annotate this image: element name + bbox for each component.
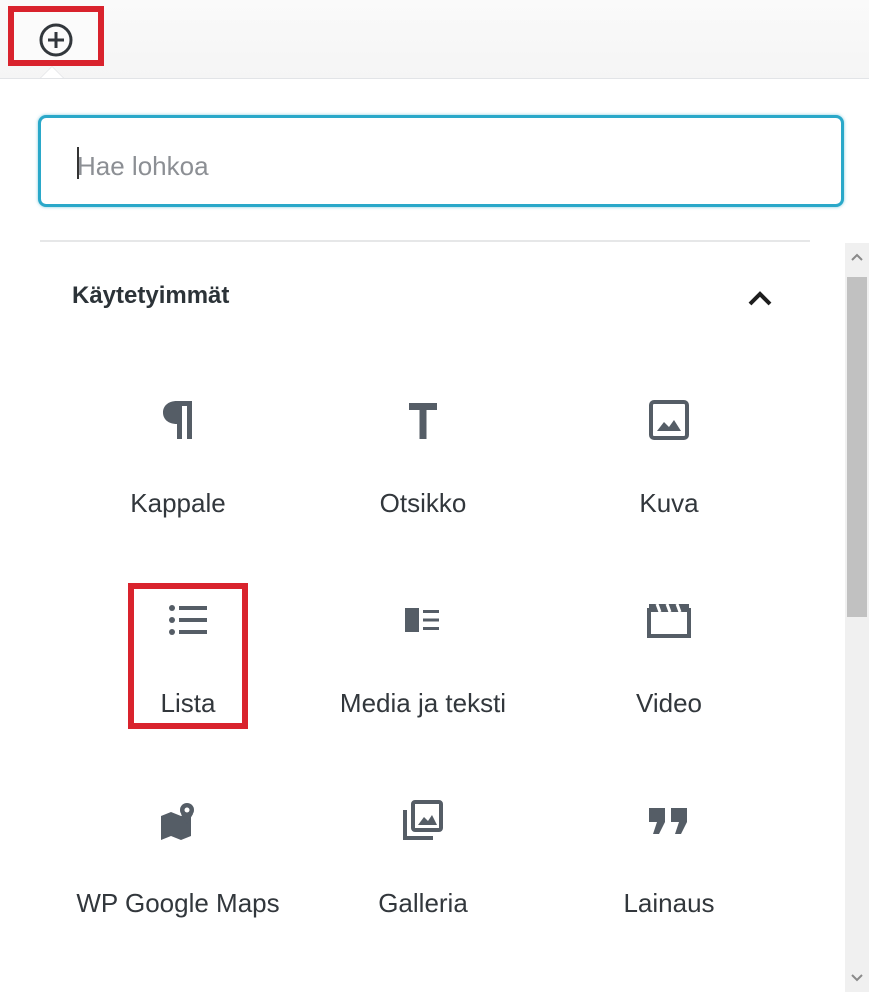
block-label: Media ja teksti: [339, 688, 507, 718]
block-item-image[interactable]: Kuva: [544, 390, 794, 540]
scrollbar-thumb[interactable]: [847, 277, 867, 617]
block-item-media-text[interactable]: Media ja teksti: [298, 590, 548, 740]
search-box[interactable]: [38, 115, 844, 207]
block-item-paragraph[interactable]: Kappale: [53, 390, 303, 540]
block-item-video[interactable]: Video: [544, 590, 794, 740]
block-label: WP Google Maps: [76, 888, 280, 918]
editor-toolbar: [0, 0, 869, 79]
map-icon: [148, 790, 208, 850]
heading-icon: [393, 390, 453, 450]
search-input[interactable]: [75, 145, 819, 187]
scrollbar[interactable]: [845, 243, 869, 992]
media-text-icon: [393, 590, 453, 650]
block-item-quote[interactable]: Lainaus: [544, 790, 794, 940]
video-icon: [639, 590, 699, 650]
scroll-up-icon[interactable]: [845, 243, 869, 271]
block-label: Galleria: [378, 888, 468, 918]
collapse-section-button[interactable]: [740, 280, 780, 316]
section-title: Käytetyimmät: [72, 282, 230, 309]
block-label: Kappale: [130, 488, 226, 518]
block-item-heading[interactable]: Otsikko: [298, 390, 548, 540]
image-icon: [639, 390, 699, 450]
block-label: Video: [635, 688, 703, 718]
block-label: Kuva: [639, 488, 699, 518]
add-block-button[interactable]: [8, 6, 104, 66]
block-inserter: Käytetyimmät Kappale Otsikko Kuva: [0, 0, 869, 992]
block-label: Lainaus: [623, 888, 715, 918]
block-item-wp-google-maps[interactable]: WP Google Maps: [53, 790, 303, 940]
plus-circle-icon: [39, 23, 73, 57]
chevron-up-icon: [748, 291, 772, 306]
quote-icon: [639, 790, 699, 850]
scroll-down-icon[interactable]: [845, 964, 869, 992]
block-item-gallery[interactable]: Galleria: [298, 790, 548, 940]
gallery-icon: [393, 790, 453, 850]
divider: [40, 240, 810, 242]
text-cursor: [77, 147, 79, 179]
popover-arrow: [40, 66, 64, 78]
list-highlight-frame: [128, 583, 248, 729]
paragraph-icon: [148, 390, 208, 450]
block-label: Otsikko: [379, 488, 467, 518]
